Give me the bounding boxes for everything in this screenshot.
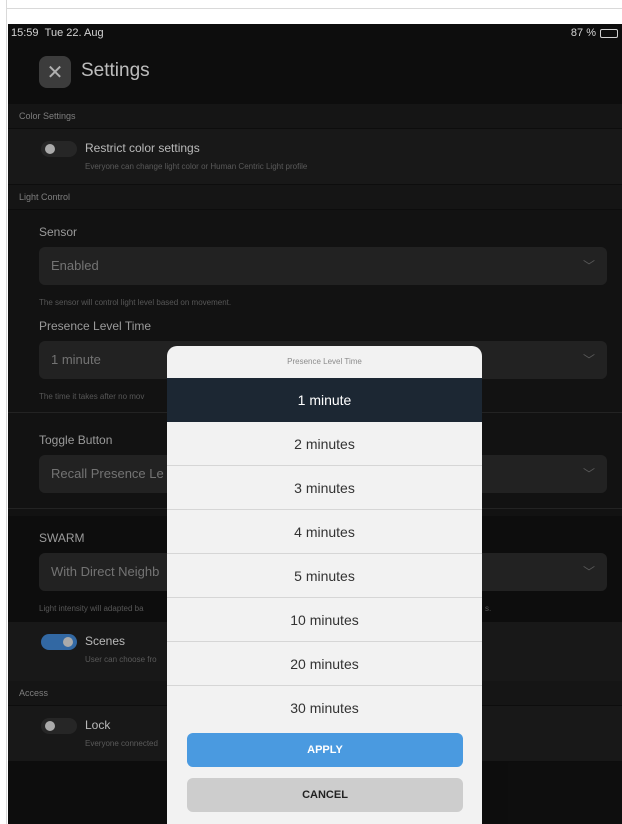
picker-options-list[interactable]: 1 minute 2 minutes 3 minutes 4 minutes 5… [167,378,482,718]
picker-option[interactable]: 4 minutes [167,510,482,554]
apply-button[interactable]: APPLY [187,733,463,767]
picker-option[interactable]: 5 minutes [167,554,482,598]
picker-option[interactable]: 10 minutes [167,598,482,642]
picker-title: Presence Level Time [287,357,362,366]
presence-time-picker: Presence Level Time 1 minute 2 minutes 3… [167,346,482,824]
picker-option[interactable]: 1 minute [167,378,482,422]
picker-option[interactable]: 30 minutes [167,686,482,718]
device-screen: 15:59 Tue 22. Aug 87 % ✕ Settings Color … [8,24,622,824]
picker-option[interactable]: 3 minutes [167,466,482,510]
cancel-button[interactable]: CANCEL [187,778,463,812]
page-top-strip [0,0,622,9]
page-left-strip [0,0,7,824]
picker-option[interactable]: 2 minutes [167,422,482,466]
picker-option[interactable]: 20 minutes [167,642,482,686]
